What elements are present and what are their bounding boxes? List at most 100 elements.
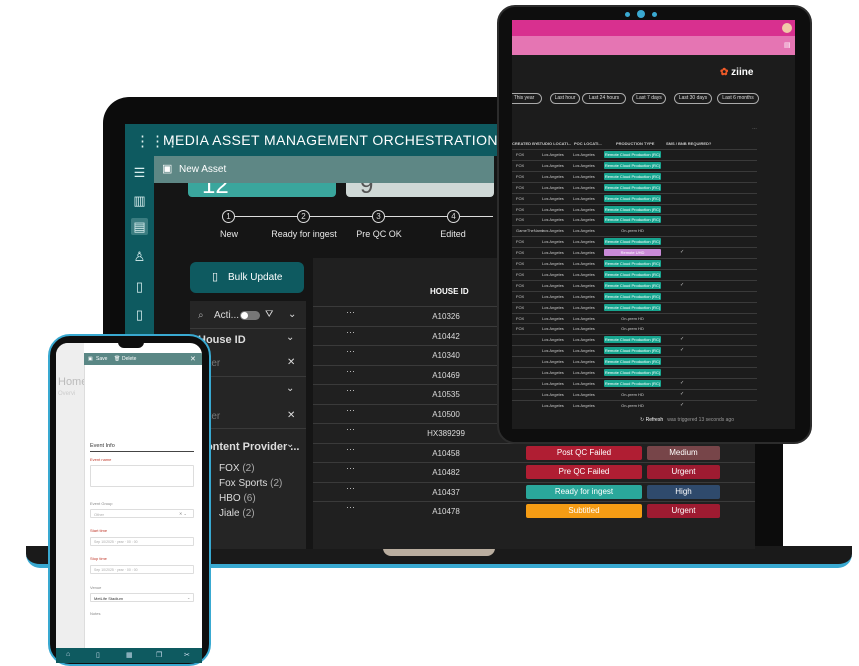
- row-menu-icon[interactable]: ···: [346, 502, 355, 512]
- tablet-column-header[interactable]: STUDIO LOCATI...: [537, 141, 571, 146]
- tablet-table-row[interactable]: Los Angeles Los Angeles Remote Cloud Produ…: [512, 345, 757, 356]
- tablet-table-row[interactable]: Los Angeles Los Angeles On-prem HD ✓: [512, 399, 757, 411]
- tablet-table-row[interactable]: FOX Los Angeles Los Angeles Remote Cloud Pr…: [512, 268, 757, 280]
- step-2-circle[interactable]: 2: [297, 210, 310, 223]
- tablet-column-header[interactable]: PRODUCTION TYPE: [616, 141, 654, 146]
- more-icon[interactable]: …: [752, 125, 757, 131]
- hamburger-icon[interactable]: ☰: [131, 164, 148, 181]
- time-filter-chip[interactable]: Last 7 days: [632, 93, 666, 104]
- tablet-table-row[interactable]: FOX Los Angeles Los Angeles Remote Cloud Pr…: [512, 170, 757, 182]
- tablet-table-row[interactable]: Los Angeles Los Angeles Remote Cloud Produ…: [512, 356, 757, 367]
- chevron-down-icon[interactable]: ⌄: [286, 332, 294, 343]
- table-row[interactable]: ··· A10482 Pre QC Failed Urgent: [313, 462, 755, 481]
- row-menu-icon[interactable]: ···: [346, 366, 355, 376]
- tablet-table-row[interactable]: FOX Los Angeles Los Angeles On-prem HD: [512, 312, 757, 324]
- tablet-column-header[interactable]: SMS / BNB REQUIRED?: [666, 141, 711, 146]
- filter-search-label[interactable]: Acti...: [214, 310, 239, 321]
- row-menu-icon[interactable]: ···: [346, 307, 355, 317]
- house-id-cell: A10458: [432, 448, 460, 458]
- row-menu-icon[interactable]: ···: [346, 483, 355, 493]
- table-row[interactable]: ··· A10478 Subtitled Urgent: [313, 501, 755, 520]
- document-icon[interactable]: ▯: [96, 651, 100, 659]
- document-icon[interactable]: ▯: [131, 278, 148, 295]
- tablet-table-row[interactable]: FOX Los Angeles Los Angeles Remote Cloud Pr…: [512, 149, 757, 160]
- tablet-table-row[interactable]: FOX Los Angeles Los Angeles Remote Cloud Pr…: [512, 214, 757, 225]
- event-group-select[interactable]: Other ✕ ⌄: [90, 509, 194, 518]
- row-menu-icon[interactable]: ···: [346, 424, 355, 434]
- chevron-down-icon[interactable]: ⌄: [286, 439, 294, 450]
- tablet-table-row[interactable]: Los Angeles Los Angeles Remote Cloud Produ…: [512, 377, 757, 389]
- save-button[interactable]: Save: [96, 356, 107, 362]
- step-4-circle[interactable]: 4: [447, 210, 460, 223]
- tablet-table-row[interactable]: GameTheName Los Angeles Los Angeles On-prem…: [512, 225, 757, 236]
- bulk-update-button[interactable]: ▯ Bulk Update: [190, 262, 304, 293]
- step-1-circle[interactable]: 1: [222, 210, 235, 223]
- provider-item[interactable]: Fox Sports (2): [219, 478, 282, 489]
- tablet-table-row[interactable]: FOX Los Angeles Los Angeles Remote Cloud Pr…: [512, 192, 757, 204]
- chevron-down-icon[interactable]: ⌄: [286, 383, 294, 394]
- time-filter-chip[interactable]: Last 24 hours: [582, 93, 626, 104]
- tablet-table-row[interactable]: FOX Los Angeles Los Angeles On-prem HD: [512, 323, 757, 334]
- search-icon[interactable]: ⌕: [198, 310, 204, 321]
- tablet-table-row[interactable]: FOX Los Angeles Los Angeles Remote Cloud Pr…: [512, 301, 757, 313]
- filter-icon[interactable]: ⛛: [265, 309, 273, 320]
- production-type-badge: Remote Cloud Production (RC): [604, 238, 661, 246]
- provider-item[interactable]: HBO (6): [219, 493, 256, 504]
- time-filter-chip[interactable]: Last 6 months: [717, 93, 759, 104]
- filter-content-provider-label[interactable]: Content Provider ...: [198, 441, 299, 453]
- created-by-cell: FOX: [516, 152, 525, 157]
- menu-icon[interactable]: ▤: [784, 41, 791, 49]
- row-menu-icon[interactable]: ···: [346, 385, 355, 395]
- stop-time-input[interactable]: Sep 10/2025 · year · 00 : 00: [90, 565, 194, 574]
- tablet-table-row[interactable]: FOX Los Angeles Los Angeles Remote Cloud Pr…: [512, 258, 757, 269]
- tablet-table-row[interactable]: FOX Los Angeles Los Angeles Remote Cloud Pr…: [512, 159, 757, 171]
- row-menu-icon[interactable]: ···: [346, 327, 355, 337]
- row-menu-icon[interactable]: ···: [346, 463, 355, 473]
- tablet-table-row[interactable]: Los Angeles Los Angeles Remote Cloud Produ…: [512, 334, 757, 345]
- person-icon[interactable]: ♙: [131, 248, 148, 265]
- delete-button[interactable]: Delete: [122, 356, 136, 362]
- tablet-table-row[interactable]: FOX Los Angeles Los Angeles Remote UHD ✓: [512, 247, 757, 258]
- time-filter-chip[interactable]: Last hour: [550, 93, 580, 104]
- refresh-icon[interactable]: ↻: [640, 417, 644, 423]
- tablet-table-row[interactable]: FOX Los Angeles Los Angeles Remote Cloud Pr…: [512, 236, 757, 247]
- tablet-table-row[interactable]: FOX Los Angeles Los Angeles Remote Cloud Pr…: [512, 279, 757, 291]
- tablet-table-row[interactable]: FOX Los Angeles Los Angeles Remote Cloud Pr…: [512, 290, 757, 302]
- row-menu-icon[interactable]: ···: [346, 405, 355, 415]
- event-name-input[interactable]: [90, 465, 194, 487]
- step-3-circle[interactable]: 3: [372, 210, 385, 223]
- venue-select[interactable]: MetLife Stadium ⌄: [90, 593, 194, 602]
- tablet-table-row[interactable]: FOX Los Angeles Los Angeles Remote Cloud Pr…: [512, 181, 757, 193]
- tablet-column-header[interactable]: POC LOCATI...: [574, 141, 602, 146]
- close-icon[interactable]: ✕: [190, 355, 196, 363]
- tablet-table-row[interactable]: Los Angeles Los Angeles Remote Cloud Produ…: [512, 367, 757, 378]
- count-card-ready[interactable]: 9: [346, 183, 494, 197]
- provider-item[interactable]: FOX (2): [219, 463, 255, 474]
- calendar-icon[interactable]: ▦: [126, 651, 133, 659]
- avatar[interactable]: [782, 23, 792, 33]
- chevron-down-icon[interactable]: ⌄: [288, 309, 296, 320]
- file-search-icon[interactable]: ▯: [131, 306, 148, 323]
- refresh-button[interactable]: Refresh: [646, 417, 664, 423]
- assets-icon[interactable]: ▤: [131, 218, 148, 235]
- new-asset-button[interactable]: New Asset: [179, 164, 226, 175]
- chart-icon[interactable]: ▥: [131, 192, 148, 209]
- time-filter-chip[interactable]: This year: [512, 93, 542, 104]
- table-row[interactable]: ··· A10458 Post QC Failed Medium: [313, 442, 755, 462]
- start-time-input[interactable]: Sep 10/2025 · year · 00 : 00: [90, 537, 194, 546]
- row-menu-icon[interactable]: ···: [346, 346, 355, 356]
- tablet-column-header[interactable]: CREATED BY: [512, 141, 538, 146]
- clear-icon[interactable]: ✕: [287, 357, 295, 368]
- copy-icon[interactable]: ❐: [156, 651, 162, 659]
- count-card-new[interactable]: 12: [188, 183, 336, 197]
- home-icon[interactable]: ⌂: [66, 651, 70, 658]
- house-id-column-header[interactable]: HOUSE ID: [430, 287, 469, 296]
- scissors-icon[interactable]: ✂: [184, 651, 190, 659]
- provider-item[interactable]: Jiale (2): [219, 508, 255, 519]
- tablet-table-row[interactable]: Los Angeles Los Angeles On-prem HD ✓: [512, 388, 757, 400]
- clear-icon[interactable]: ✕: [287, 410, 295, 421]
- time-filter-chip[interactable]: Last 30 days: [674, 93, 712, 104]
- tablet-table-row[interactable]: FOX Los Angeles Los Angeles Remote Cloud Pr…: [512, 203, 757, 215]
- table-row[interactable]: ··· A10437 Ready for ingest High: [313, 481, 755, 501]
- row-menu-icon[interactable]: ···: [346, 444, 355, 454]
